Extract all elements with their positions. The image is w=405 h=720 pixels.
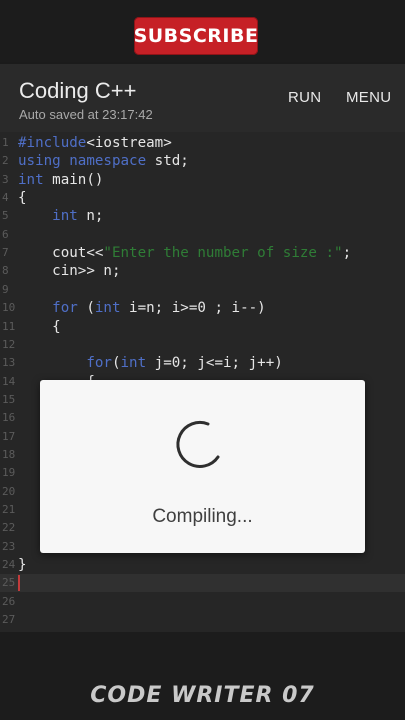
dialog-message: Compiling... [152,506,253,527]
code-text: using namespace std; [18,152,189,170]
code-keyword: int [52,208,78,225]
page-title: Coding C++ [19,78,137,103]
line-number: 21 [2,503,16,516]
code-text: for(int j=0; j<=i; j++) [18,354,283,372]
line-number: 22 [2,521,16,535]
line-number: 8 [2,264,9,278]
code-text: for (int i=n; i>=0 ; i--) [18,299,266,317]
code-token: { [18,318,61,335]
line-number: 27 [2,613,16,627]
line-number: 4 [2,191,9,205]
line-number: 11 [2,319,16,333]
code-line[interactable]: 7 cout<<"Enter the number of size :"; [0,244,405,262]
code-line[interactable]: 27 [0,611,405,629]
line-number: 12 [2,337,16,351]
run-button[interactable]: RUN [288,89,321,106]
code-keyword: int [120,355,147,372]
line-number: 25 [2,576,16,590]
code-token: n; [77,208,104,225]
code-token: ( [111,355,121,372]
code-line[interactable]: 9 [0,281,405,299]
line-number: 16 [2,411,16,425]
line-number: 6 [2,227,9,241]
code-keyword: int [94,300,121,317]
code-line[interactable]: 26 [0,593,405,611]
code-line[interactable]: 1 #include<iostream> [0,134,405,152]
line-number: 20 [2,484,16,498]
code-line[interactable]: 25 [0,574,405,593]
line-number: 3 [2,172,9,186]
menu-button[interactable]: MENU [346,89,391,106]
code-text: #include<iostream> [18,134,172,152]
line-number: 19 [2,466,16,480]
code-keyword: for [52,300,78,317]
code-token: <iostream> [86,135,172,151]
line-number: 14 [2,374,16,388]
code-text: int main() [18,171,103,189]
line-number: 15 [2,392,16,406]
code-line[interactable]: 5 int n; [0,207,405,225]
line-number: 1 [2,136,9,149]
code-string: "Enter the number of size :" [103,245,343,262]
code-line[interactable]: 3 int main() [0,171,405,189]
code-token: main() [43,171,104,188]
code-line[interactable]: 12 [0,336,405,354]
channel-watermark: CODE WRITER 07 [90,683,315,708]
code-line[interactable]: 13 for(int j=0; j<=i; j++) [0,354,405,372]
code-line[interactable]: 8 cin>> n; [0,262,405,280]
line-number: 9 [2,282,9,296]
line-number: 7 [2,246,9,260]
line-number: 18 [2,447,16,461]
code-token: j=0; j<=i; j++) [146,355,283,372]
code-token: cout<< [18,245,104,262]
line-number: 23 [2,539,16,553]
code-token: { [18,190,27,207]
app-header: Coding C++ Auto saved at 23:17:42 RUN ME… [0,64,405,132]
code-keyword: #include [18,135,87,151]
code-token: std; [146,153,189,170]
code-text: } [18,556,27,574]
code-line[interactable]: 2 using namespace std; [0,152,405,170]
code-line[interactable]: 10 for (int i=n; i>=0 ; i--) [0,299,405,317]
code-keyword: int [18,171,44,188]
line-number: 13 [2,356,16,370]
code-line[interactable]: 11 { [0,318,405,336]
code-text: int n; [18,207,103,225]
code-text: { [18,189,27,207]
code-token: } [18,557,27,574]
code-token: cin>> n; [18,263,121,280]
code-text: cin>> n; [18,262,121,280]
code-text: cout<<"Enter the number of size :"; [18,244,351,262]
code-keyword: using namespace [18,153,147,170]
code-line[interactable]: 24} [0,556,405,574]
line-number: 2 [2,154,9,168]
code-token: ; [342,245,352,262]
loading-spinner-icon [176,420,220,468]
code-keyword: for [86,355,112,372]
code-token: ( [77,300,95,317]
code-line[interactable]: 6 [0,226,405,244]
code-line[interactable]: 4{ [0,189,405,207]
line-number: 5 [2,209,9,223]
code-text: { [18,318,61,336]
line-number: 24 [2,558,16,572]
compiling-dialog: Compiling... [40,380,365,553]
subscribe-button[interactable]: SUBSCRIBE [134,17,258,55]
line-number: 10 [2,301,16,315]
text-cursor [18,575,20,592]
line-number: 17 [2,429,16,443]
code-token: i=n; i>=0 ; i--) [120,300,266,317]
autosave-status: Auto saved at 23:17:42 [19,107,153,122]
line-number: 26 [2,594,16,608]
